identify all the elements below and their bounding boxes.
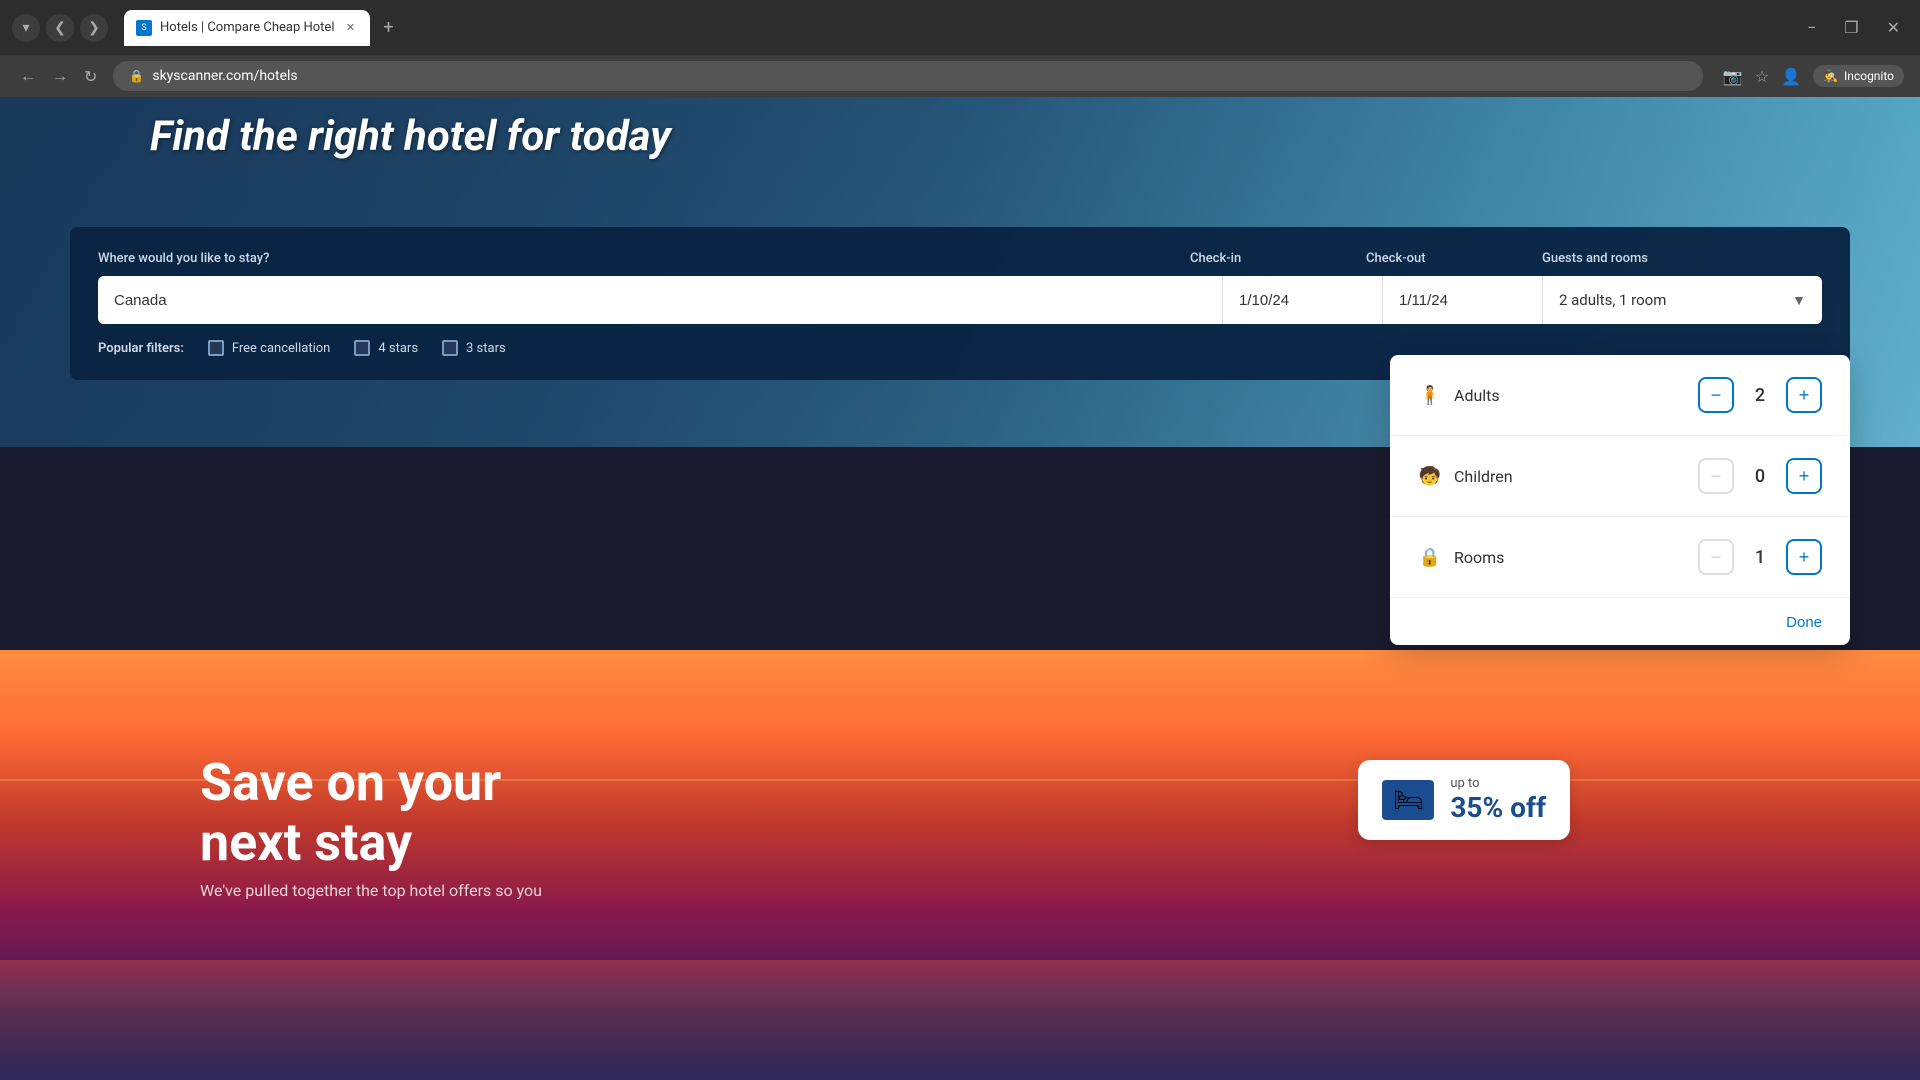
tab-bar: S Hotels | Compare Cheap Hotel ✕ + <box>124 10 1791 46</box>
chevron-down-icon: ▼ <box>1792 292 1806 309</box>
filter-label-4-stars: 4 stars <box>378 341 418 356</box>
incognito-label: Incognito <box>1844 69 1894 83</box>
window-controls: − ❐ ✕ <box>1799 14 1908 41</box>
forward-btn[interactable]: → <box>48 62 72 90</box>
profile-icon[interactable]: 👤 <box>1781 67 1801 86</box>
tab-list-btn[interactable]: ▾ <box>12 14 40 42</box>
address-bar: ← → ↻ 🔒 skyscanner.com/hotels 📷 ☆ 👤 🕵 In… <box>0 55 1920 97</box>
filter-checkbox-free-cancellation[interactable] <box>208 340 224 356</box>
children-row: 🧒 Children − 0 + <box>1390 436 1850 517</box>
save-line2: next stay <box>200 812 412 873</box>
save-line1: Save on your <box>200 752 501 813</box>
done-button[interactable]: Done <box>1786 614 1822 631</box>
close-btn[interactable]: ✕ <box>1879 14 1908 41</box>
deal-amount-text: 35% off <box>1450 791 1546 824</box>
back-btn[interactable]: ← <box>16 62 40 90</box>
save-main-text: Save on your next stay <box>200 753 542 873</box>
form-fields: 2 adults, 1 room ▼ <box>98 276 1822 324</box>
active-tab[interactable]: S Hotels | Compare Cheap Hotel ✕ <box>124 10 370 46</box>
water-reflection <box>0 960 1920 1080</box>
children-value: 0 <box>1750 466 1770 487</box>
deal-badge: up to 35% off <box>1358 760 1570 840</box>
adults-row: 🧍 Adults − 2 + <box>1390 355 1850 436</box>
next-tab-btn[interactable]: ❯ <box>80 14 108 42</box>
adults-value: 2 <box>1750 385 1770 406</box>
children-increment-btn[interactable]: + <box>1786 458 1822 494</box>
checkin-input[interactable] <box>1222 276 1382 324</box>
rooms-decrement-btn[interactable]: − <box>1698 539 1734 575</box>
filter-free-cancellation[interactable]: Free cancellation <box>208 340 330 356</box>
incognito-badge: 🕵 Incognito <box>1813 65 1904 87</box>
guests-field[interactable]: 2 adults, 1 room ▼ <box>1542 276 1822 324</box>
adults-label: Adults <box>1454 386 1698 405</box>
checkin-label: Check-in <box>1190 251 1350 266</box>
filter-3-stars[interactable]: 3 stars <box>442 340 506 356</box>
browser-chrome: ▾ ❮ ❯ S Hotels | Compare Cheap Hotel ✕ +… <box>0 0 1920 55</box>
lock-icon: 🔒 <box>129 69 144 83</box>
rooms-label: Rooms <box>1454 548 1698 567</box>
address-input[interactable]: 🔒 skyscanner.com/hotels <box>113 61 1703 91</box>
hero-text: Find the right hotel for today <box>150 112 671 161</box>
rooms-row: 🔒 Rooms − 1 + <box>1390 517 1850 598</box>
filter-4-stars[interactable]: 4 stars <box>354 340 418 356</box>
prev-tab-btn[interactable]: ❮ <box>46 14 74 42</box>
destination-label: Where would you like to stay? <box>98 251 1174 266</box>
guests-dropdown: 🧍 Adults − 2 + 🧒 Children − 0 + 🔒 Rooms … <box>1390 355 1850 645</box>
filter-label-3-stars: 3 stars <box>466 341 506 356</box>
done-row: Done <box>1390 598 1850 645</box>
adults-decrement-btn[interactable]: − <box>1698 377 1734 413</box>
rooms-value: 1 <box>1750 547 1770 568</box>
tab-close-btn[interactable]: ✕ <box>342 20 358 36</box>
adults-stepper: − 2 + <box>1698 377 1822 413</box>
filter-checkbox-4-stars[interactable] <box>354 340 370 356</box>
minimize-btn[interactable]: − <box>1799 14 1824 41</box>
children-label: Children <box>1454 467 1698 486</box>
deal-upto-text: up to <box>1450 776 1546 791</box>
bookmark-icon[interactable]: ☆ <box>1755 67 1769 86</box>
maximize-btn[interactable]: ❐ <box>1836 14 1866 41</box>
url-text: skyscanner.com/hotels <box>152 68 297 84</box>
children-decrement-btn[interactable]: − <box>1698 458 1734 494</box>
checkout-input[interactable] <box>1382 276 1542 324</box>
toolbar-icons: 📷 ☆ 👤 🕵 Incognito <box>1723 65 1904 87</box>
destination-input[interactable] <box>98 276 1222 324</box>
filter-label-free-cancellation: Free cancellation <box>232 341 330 356</box>
rooms-icon: 🔒 <box>1418 547 1442 568</box>
form-labels: Where would you like to stay? Check-in C… <box>98 251 1822 266</box>
nav-buttons: ← → ↻ <box>16 62 101 90</box>
filters-label: Popular filters: <box>98 341 184 356</box>
adults-increment-btn[interactable]: + <box>1786 377 1822 413</box>
children-icon: 🧒 <box>1418 466 1442 487</box>
refresh-btn[interactable]: ↻ <box>80 63 101 90</box>
guests-label: Guests and rooms <box>1542 251 1822 266</box>
tab-title: Hotels | Compare Cheap Hotel <box>160 20 334 35</box>
guests-value: 2 adults, 1 room <box>1559 291 1666 309</box>
dropdown-arrow <box>1706 355 1730 357</box>
page-content: Find the right hotel for today Where wou… <box>0 97 1920 1080</box>
new-tab-btn[interactable]: + <box>374 14 402 42</box>
save-promo-text: Save on your next stay We've pulled toge… <box>200 753 542 900</box>
camera-icon[interactable]: 📷 <box>1723 67 1743 86</box>
tab-favicon: S <box>136 20 152 36</box>
checkout-label: Check-out <box>1366 251 1526 266</box>
incognito-icon: 🕵 <box>1823 69 1838 83</box>
save-sub-text: We've pulled together the top hotel offe… <box>200 881 542 900</box>
bed-icon <box>1382 780 1434 820</box>
filters-row: Popular filters: Free cancellation 4 sta… <box>98 340 1822 356</box>
browser-nav-controls: ▾ ❮ ❯ <box>12 14 108 42</box>
deal-text: up to 35% off <box>1450 776 1546 824</box>
children-stepper: − 0 + <box>1698 458 1822 494</box>
adults-icon: 🧍 <box>1418 385 1442 406</box>
bottom-content: Save on your next stay We've pulled toge… <box>0 650 1920 1080</box>
rooms-stepper: − 1 + <box>1698 539 1822 575</box>
filter-checkbox-3-stars[interactable] <box>442 340 458 356</box>
rooms-increment-btn[interactable]: + <box>1786 539 1822 575</box>
